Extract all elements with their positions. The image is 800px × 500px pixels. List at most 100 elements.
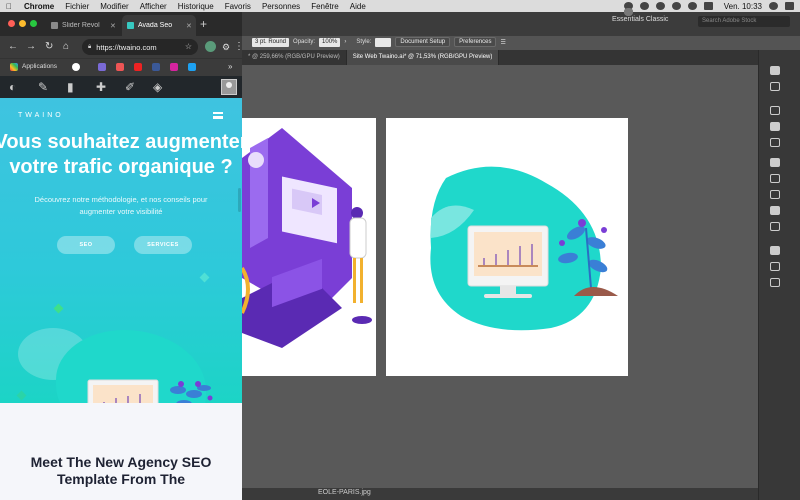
wifi-icon[interactable] [687,2,697,10]
swatches-icon[interactable] [770,138,780,147]
stroke-profile-select[interactable]: 3 pt. Round [252,37,290,47]
avada-icon[interactable]: ◈ [153,81,162,93]
hero-headline-line2: votre trafic organique ? [9,156,233,178]
hero-headline-line1: Vous souhaitez augmenter [0,131,242,153]
spotlight-icon[interactable] [769,2,778,10]
transparency-icon[interactable] [770,222,780,231]
page-scrollbar[interactable] [238,188,241,212]
hero-illustration [87,379,213,403]
hero-section: TWAINO Vous souhaitez augmenter votre tr… [0,98,242,403]
home-icon[interactable]: ⌂ [63,41,69,53]
cloud-icon[interactable] [655,2,665,10]
bookmark-star-icon[interactable]: ☆ [185,42,192,51]
siri-icon[interactable] [623,8,633,16]
menu-modifier[interactable]: Modifier [100,2,128,11]
decor-diamond [16,390,27,401]
opacity-chevron-icon[interactable]: › [344,39,352,45]
appearance-icon[interactable] [770,206,780,215]
close-window-button[interactable] [8,20,15,27]
brushes-icon[interactable] [770,158,780,167]
menu-fenetre[interactable]: Fenêtre [311,2,339,11]
export-icon[interactable] [770,262,780,271]
menu-aide[interactable]: Aide [350,2,366,11]
back-arrow-icon[interactable]: ← [8,41,18,53]
opacity-input[interactable]: 100% [319,37,341,47]
seo-button[interactable]: SEO [57,236,115,254]
facebook-icon[interactable] [152,63,160,71]
menu-afficher[interactable]: Afficher [140,2,167,11]
document-tabs: * @ 259,66% (RGB/GPU Preview) Site Web T… [242,50,758,65]
document-setup-button[interactable]: Document Setup [395,37,451,47]
gear-icon[interactable]: ⚙ [222,41,230,53]
tab-label: Slider Revol [62,22,100,29]
new-tab-button[interactable]: + [200,18,207,30]
artboard-isometric[interactable] [240,118,376,376]
menu-chrome[interactable]: Chrome [24,2,54,11]
mail-icon[interactable] [98,63,106,71]
libraries-icon[interactable] [770,66,780,75]
apps-grid-icon[interactable] [10,63,18,71]
youtube-icon[interactable] [134,63,142,71]
more-menu-icon[interactable]: ⋮ [234,41,242,53]
menu-personnes[interactable]: Personnes [262,2,300,11]
tab-slider-revolution[interactable]: Slider Revol ✕ [46,15,120,36]
close-tab-icon[interactable]: ✕ [186,22,192,30]
symbols-icon[interactable] [770,174,780,183]
apple-menu-icon[interactable]:  [6,2,16,11]
minimize-window-button[interactable] [19,20,26,27]
properties-icon[interactable] [770,82,780,91]
hero-subtitle: Découvrez notre méthodologie, et nos con… [34,195,208,216]
zoom-window-button[interactable] [30,20,37,27]
extension-icon[interactable] [205,41,216,52]
instagram-icon[interactable] [170,63,178,71]
brush-icon[interactable]: ✎ [38,81,48,93]
bookmark-icon[interactable] [116,63,124,71]
user-avatar[interactable] [221,79,237,95]
layers-icon[interactable] [770,246,780,255]
reload-icon[interactable]: ↻ [45,41,53,53]
graphic-styles-icon[interactable] [770,190,780,199]
seo-illustration [430,166,618,331]
site-logo[interactable]: TWAINO [18,112,64,119]
close-tab-icon[interactable]: ✕ [110,22,116,30]
comment-icon[interactable]: ▮ [67,81,74,93]
hero-headline: Vous souhaitez augmenter votre trafic or… [0,130,242,180]
google-icon[interactable] [72,63,80,71]
style-label: Style: [356,39,372,45]
menu-historique[interactable]: Historique [178,2,214,11]
menu-favoris[interactable]: Favoris [225,2,251,11]
clock[interactable]: Ven. 10:33 [724,2,762,11]
menu-fichier[interactable]: Fichier [65,2,89,11]
document-tab-1[interactable]: * @ 259,66% (RGB/GPU Preview) [242,50,347,65]
more-bookmarks-icon[interactable]: » [228,62,232,71]
workspace-switcher[interactable]: Essentials Classic [612,16,668,23]
artboard-seo-illustration[interactable] [386,118,628,376]
language-flag-icon[interactable] [703,2,713,10]
style-swatch[interactable] [375,37,392,47]
applications-bookmark[interactable]: Applications [22,63,57,70]
tab-avada-seo[interactable]: Avada Seo ✕ [122,15,196,36]
tab-label: Avada Seo [138,22,173,29]
color-icon[interactable] [770,122,780,131]
services-button[interactable]: SERVICES [134,236,192,254]
battery-icon[interactable] [671,2,681,10]
illustrator-control-bar: 3 pt. Round Opacity: 100% › Style: Docum… [252,37,506,47]
forward-arrow-icon[interactable]: → [26,41,36,53]
plus-icon[interactable]: ✚ [96,81,106,93]
document-tab-2[interactable]: Site Web Twaino.ai* @ 71,53% (RGB/GPU Pr… [346,50,500,65]
address-bar[interactable]: 🔒︎ https://twaino.com ☆ [82,39,198,55]
dashboard-icon[interactable]: ◐ [9,81,16,93]
adobe-stock-search[interactable]: Search Adobe Stock [698,16,790,27]
notification-center-icon[interactable] [785,2,794,10]
browser-toolbar: ← → ↻ ⌂ 🔒︎ https://twaino.com ☆ ⚙ ⋮ [0,36,242,58]
arrange-icon[interactable]: ☰ [500,39,505,46]
twitter-icon[interactable] [188,63,196,71]
pen-icon[interactable]: ✐ [125,81,135,93]
hamburger-menu-icon[interactable] [213,112,223,119]
status-icons: Ven. 10:33 [623,0,794,16]
section-title: Meet The New Agency SEO Template From Th… [30,454,212,487]
preferences-button[interactable]: Preferences [454,37,497,47]
align-icon[interactable] [770,106,780,115]
artboards-icon[interactable] [770,278,780,287]
skype-icon[interactable] [639,2,649,10]
